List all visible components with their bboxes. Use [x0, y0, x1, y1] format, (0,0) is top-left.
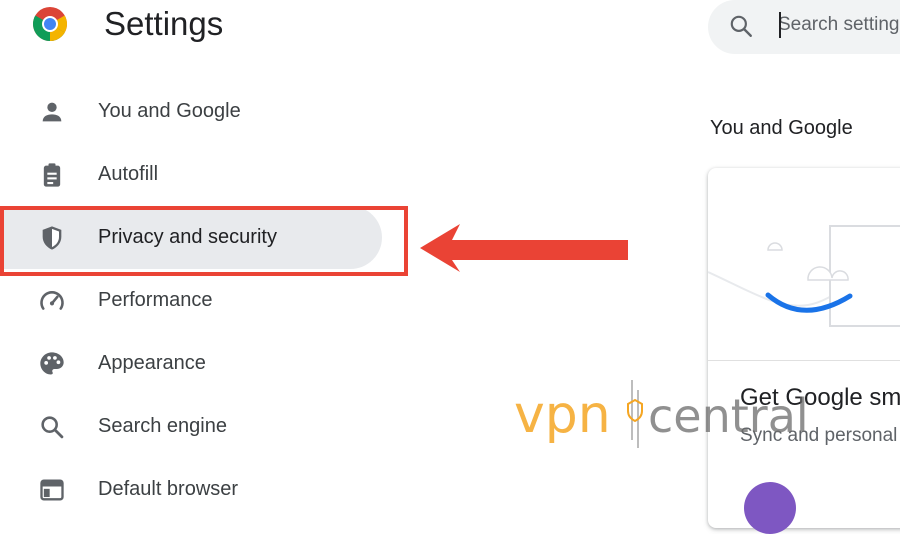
card-divider	[708, 360, 900, 361]
sidebar-item-label: Autofill	[98, 163, 159, 185]
speedometer-icon	[40, 291, 64, 310]
sidebar-item-default-browser[interactable]: Default browser	[0, 458, 382, 521]
sidebar-item-label: Default browser	[98, 478, 239, 500]
search-icon	[41, 416, 64, 439]
sidebar-item-search-engine[interactable]: Search engine	[0, 395, 382, 458]
watermark-vpn-text: vpn	[514, 385, 611, 445]
sidebar-item-performance[interactable]: Performance	[0, 269, 382, 332]
annotation-highlight-box	[0, 206, 408, 276]
person-icon	[42, 102, 62, 122]
sidebar-item-label: Search engine	[98, 415, 227, 437]
chrome-logo-icon	[33, 7, 67, 41]
sidebar-item-label: Appearance	[98, 352, 206, 374]
search-input[interactable]	[778, 10, 900, 40]
clipboard-icon	[43, 163, 61, 187]
section-title: You and Google	[710, 117, 853, 139]
arrow-left-icon	[420, 224, 628, 272]
sidebar-item-autofill[interactable]: Autofill	[0, 143, 382, 206]
text-cursor	[779, 12, 781, 38]
sidebar-item-label: Performance	[98, 289, 213, 311]
vpncentral-watermark-logo: vpn central	[514, 380, 809, 448]
palette-icon	[40, 352, 64, 375]
page-title: Settings	[104, 5, 224, 42]
avatar	[744, 482, 796, 534]
search-bar[interactable]	[708, 0, 900, 54]
sidebar-item-you-and-google[interactable]: You and Google	[0, 80, 382, 143]
watermark-central-text: central	[648, 389, 809, 443]
cloud-sync-illustration	[708, 225, 900, 327]
sidebar-item-label: You and Google	[98, 100, 241, 122]
sidebar-item-appearance[interactable]: Appearance	[0, 332, 382, 395]
search-icon[interactable]	[728, 13, 754, 39]
